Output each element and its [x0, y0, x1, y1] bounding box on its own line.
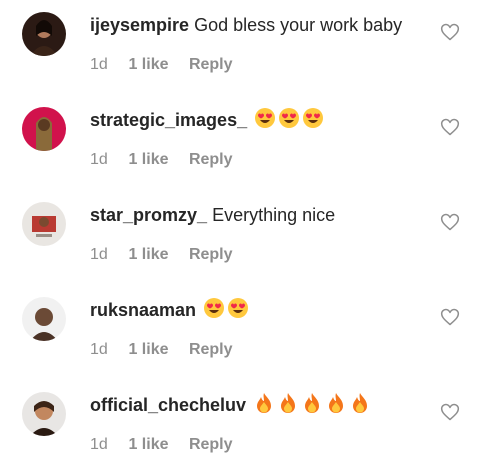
reply-button[interactable]: Reply [189, 246, 233, 263]
comment-time: 1d [90, 56, 108, 73]
fire-emoji [253, 392, 275, 421]
reply-button[interactable]: Reply [189, 56, 233, 73]
fire-emoji [301, 392, 323, 421]
comment-username[interactable]: star_promzy_ [90, 205, 207, 225]
comment-text: God bless your work baby [194, 15, 403, 35]
comment-time: 1d [90, 436, 108, 453]
avatar-image [22, 12, 66, 56]
avatar-image [22, 392, 66, 436]
comment-item: strategic_images_ 1d 1 like Reply [0, 95, 490, 190]
fire-emoji [277, 392, 299, 421]
comment-username[interactable]: ijeysempire [90, 15, 189, 35]
comment-likes[interactable]: 1 like [128, 339, 168, 361]
reply-button[interactable]: Reply [189, 436, 233, 453]
avatar[interactable] [22, 202, 66, 246]
comment-username[interactable]: ruksnaaman [90, 300, 196, 320]
avatar[interactable] [22, 392, 66, 436]
avatar[interactable] [22, 107, 66, 151]
comment-item: ijeysempire God bless your work baby 1d … [0, 0, 490, 95]
reply-button[interactable]: Reply [189, 341, 233, 358]
avatar-image [22, 202, 66, 246]
comment-username[interactable]: strategic_images_ [90, 110, 247, 130]
comment-time: 1d [90, 341, 108, 358]
heart-eyes-emoji [227, 297, 249, 326]
like-heart-icon[interactable] [440, 22, 460, 42]
avatar[interactable] [22, 297, 66, 341]
comment-item: star_promzy_ Everything nice 1d 1 like R… [0, 190, 490, 285]
comment-meta: 1d 1 like Reply [90, 149, 233, 171]
comment-likes[interactable]: 1 like [128, 244, 168, 266]
like-heart-icon[interactable] [440, 212, 460, 232]
heart-eyes-emoji [203, 297, 225, 326]
heart-eyes-emoji [254, 107, 276, 136]
comment-meta: 1d 1 like Reply [90, 339, 233, 361]
comment-text: Everything nice [212, 205, 336, 225]
comment-time: 1d [90, 151, 108, 168]
comment-likes[interactable]: 1 like [128, 54, 168, 76]
avatar-image [22, 107, 66, 151]
fire-emoji [325, 392, 347, 421]
like-heart-icon[interactable] [440, 307, 460, 327]
comment-time: 1d [90, 246, 108, 263]
like-heart-icon[interactable] [440, 117, 460, 137]
fire-emoji [349, 392, 371, 421]
comment-meta: 1d 1 like Reply [90, 244, 233, 266]
comments-list: ijeysempire God bless your work baby 1d … [0, 0, 490, 474]
avatar[interactable] [22, 12, 66, 56]
avatar-image [22, 297, 66, 341]
heart-eyes-emoji [302, 107, 324, 136]
comment-meta: 1d 1 like Reply [90, 434, 233, 456]
reply-button[interactable]: Reply [189, 151, 233, 168]
comment-item: official_checheluv 1d 1 like Reply [0, 380, 490, 475]
like-heart-icon[interactable] [440, 402, 460, 422]
comment-username[interactable]: official_checheluv [90, 395, 246, 415]
heart-eyes-emoji [278, 107, 300, 136]
comment-likes[interactable]: 1 like [128, 434, 168, 456]
comment-likes[interactable]: 1 like [128, 149, 168, 171]
comment-item: ruksnaaman 1d 1 like Reply [0, 285, 490, 380]
comment-meta: 1d 1 like Reply [90, 54, 233, 76]
